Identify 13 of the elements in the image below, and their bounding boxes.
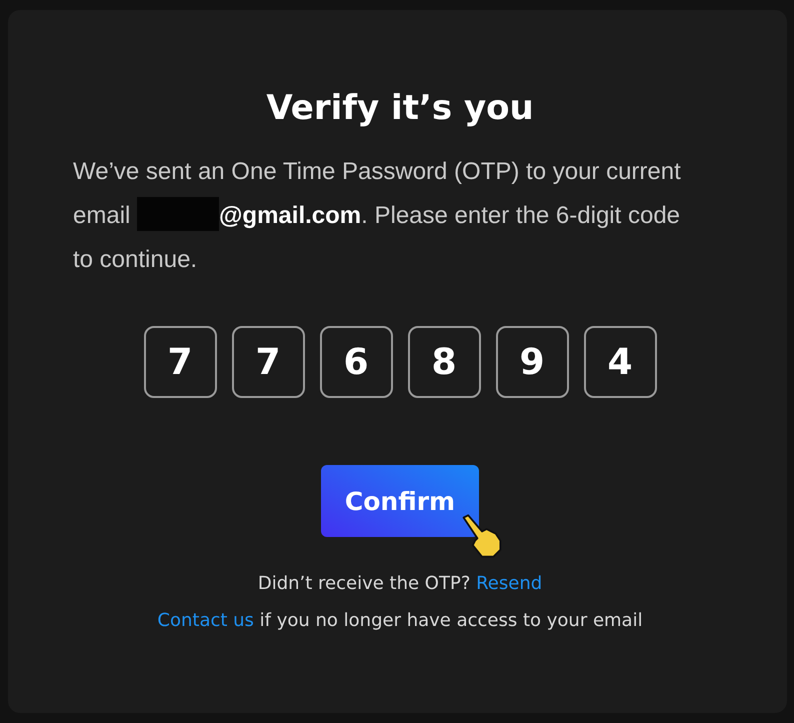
resend-text: Didn’t receive the OTP? Resend (258, 573, 542, 594)
instruction-text: We’ve sent an One Time Password (OTP) to your current email @gmail.com. Please enter the 6-digit code to continue. (73, 157, 682, 275)
contact-text: Contact us if you no longer have access to your email (157, 610, 643, 631)
code-digit-field[interactable]: 7 (232, 326, 304, 398)
code-digit-field[interactable]: 4 (584, 326, 656, 398)
contact-us-link[interactable]: Contact us (157, 610, 254, 631)
code-digit-field[interactable]: 8 (408, 326, 480, 398)
dialog-title: Verify it’s you (266, 88, 534, 128)
code-digit-field[interactable]: 6 (320, 326, 392, 398)
resend-link[interactable]: Resend (476, 573, 542, 594)
code-digit-field[interactable]: 9 (496, 326, 568, 398)
confirm-button[interactable]: Confirm (321, 465, 479, 537)
code-digit-field[interactable]: 7 (144, 326, 216, 398)
